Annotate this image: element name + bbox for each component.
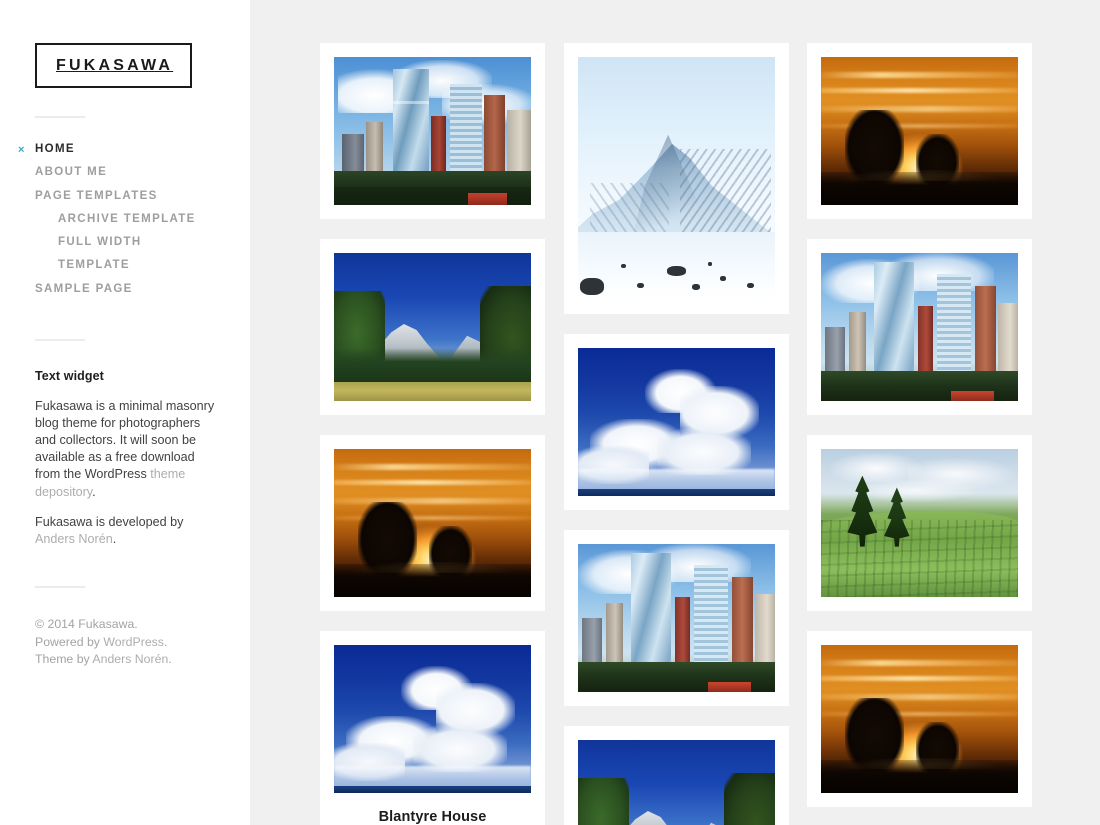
site-logo-text: FUKASAWA [56,57,174,74]
nav-link-sample-page[interactable]: SAMPLE PAGE [35,278,215,301]
nav-item-archive-template: ARCHIVE TEMPLATE [35,208,215,231]
sunset-trees-photo[interactable] [821,57,1018,205]
footer-copyright: © 2014 Fukasawa. [35,616,138,631]
widget-p2-text-a: Fukasawa is developed by [35,514,184,529]
photo-layer [334,564,531,597]
photo-layer [579,278,604,296]
photo-layer [821,659,1018,666]
nav-item-home: × HOME [18,138,215,161]
photo-layer [578,469,775,491]
post-card[interactable] [320,239,545,415]
cumulus-clouds-photo[interactable] [334,645,531,793]
photo-layer [951,390,995,401]
text-widget: Text widget Fukasawa is a minimal masonr… [35,369,215,548]
nav-link-full-width-template[interactable]: FULL WIDTH TEMPLATE [35,231,215,278]
sidebar: FUKASAWA × HOME ABOUT ME PAGE TEMPLATES ARCH… [0,0,250,825]
sidebar-divider-bottom [35,585,85,588]
photo-layer [719,275,726,281]
post-card[interactable] [320,435,545,611]
photo-layer [656,427,752,476]
footer-powered-by: Powered by WordPress. [35,634,215,652]
sidebar-divider-middle [35,339,85,342]
photo-layer [334,766,531,788]
nav-link-home[interactable]: HOME [35,138,215,161]
photo-layer [578,778,630,825]
nav-link-about-me[interactable]: ABOUT ME [35,161,215,184]
photo-layer [723,772,775,825]
footer-theme-prefix: Theme by [35,652,93,667]
photo-layer [467,193,508,205]
city-skyline-photo[interactable] [334,57,531,205]
footer-powered-prefix: Powered by [35,634,104,649]
footer-theme-suffix: . [168,652,172,667]
city-skyline-photo[interactable] [578,544,775,692]
post-card[interactable] [807,631,1032,807]
post-card[interactable] [564,334,789,510]
post-card[interactable] [807,435,1032,611]
footer-theme-by: Theme by Anders Norén. [35,651,215,669]
photo-layer [821,760,1018,793]
current-page-marker-icon: × [18,144,25,156]
photo-layer [856,478,975,503]
post-title[interactable]: Blantyre House [334,793,531,825]
photo-layer [578,488,775,496]
photo-layer [334,463,531,470]
text-widget-paragraph-1: Fukasawa is a minimal masonry blog theme… [35,398,215,501]
nav-item-page-templates: PAGE TEMPLATES [35,185,215,208]
wordpress-link[interactable]: WordPress [103,635,164,649]
photo-layer [334,347,531,387]
masonry-grid: Blantyre House [250,0,1100,825]
footer-author-link[interactable]: Anders Norén [92,652,168,666]
page-root: FUKASAWA × HOME ABOUT ME PAGE TEMPLATES ARCH… [0,0,1100,825]
widget-p1-text-a: Fukasawa is a minimal masonry blog theme… [35,399,215,482]
nav-item-about-me: ABOUT ME [35,161,215,184]
photo-layer [708,681,752,692]
yosemite-valley-photo[interactable] [578,740,775,825]
photo-layer [747,282,755,288]
yosemite-valley-photo[interactable] [334,253,531,401]
sunset-trees-photo[interactable] [334,449,531,597]
nav-link-archive-template[interactable]: ARCHIVE TEMPLATE [35,208,215,231]
photo-layer [666,265,687,276]
text-widget-title: Text widget [35,369,104,384]
site-footer: © 2014 Fukasawa. Powered by WordPress. T… [35,616,215,669]
photo-layer [334,381,531,401]
photo-layer [334,480,531,486]
cumulus-clouds-photo[interactable] [578,348,775,496]
post-card[interactable] [320,43,545,219]
post-card[interactable]: Blantyre House [320,631,545,825]
text-widget-paragraph-2: Fukasawa is developed by Anders Norén. [35,514,215,548]
city-skyline-photo[interactable] [821,253,1018,401]
post-card[interactable] [564,530,789,706]
widget-p2-text-b: . [112,531,117,546]
column-3 [807,0,1032,825]
nav-list: × HOME ABOUT ME PAGE TEMPLATES ARCHIVE TEMPL… [18,138,215,301]
anders-noren-link[interactable]: Anders Norén [35,532,113,546]
nav-link-page-templates[interactable]: PAGE TEMPLATES [35,185,215,208]
photo-layer [393,101,429,105]
widget-p1-text-b: . [92,484,96,499]
column-2 [564,0,789,825]
post-card[interactable] [564,43,789,314]
green-field-trees-photo[interactable] [821,449,1018,597]
snowy-mountain-photo[interactable] [578,57,775,300]
photo-layer [637,282,644,288]
photo-layer [821,71,1018,78]
post-card[interactable] [807,43,1032,219]
post-card[interactable] [564,726,789,825]
nav-item-full-width-template: FULL WIDTH TEMPLATE [35,231,215,278]
sidebar-divider-top [35,116,85,118]
nav-item-sample-page: SAMPLE PAGE [35,278,215,301]
photo-layer [821,172,1018,205]
column-1: Blantyre House [320,0,545,825]
main-navigation: × HOME ABOUT ME PAGE TEMPLATES ARCHIVE TEMPL… [18,138,215,301]
site-logo-link[interactable]: FUKASAWA [35,43,193,88]
photo-layer [821,676,1018,682]
footer-powered-suffix: . [163,634,168,649]
sunset-trees-photo[interactable] [821,645,1018,793]
photo-layer [412,724,508,773]
photo-layer [821,88,1018,94]
post-card[interactable] [807,239,1032,415]
photo-layer [334,785,531,793]
